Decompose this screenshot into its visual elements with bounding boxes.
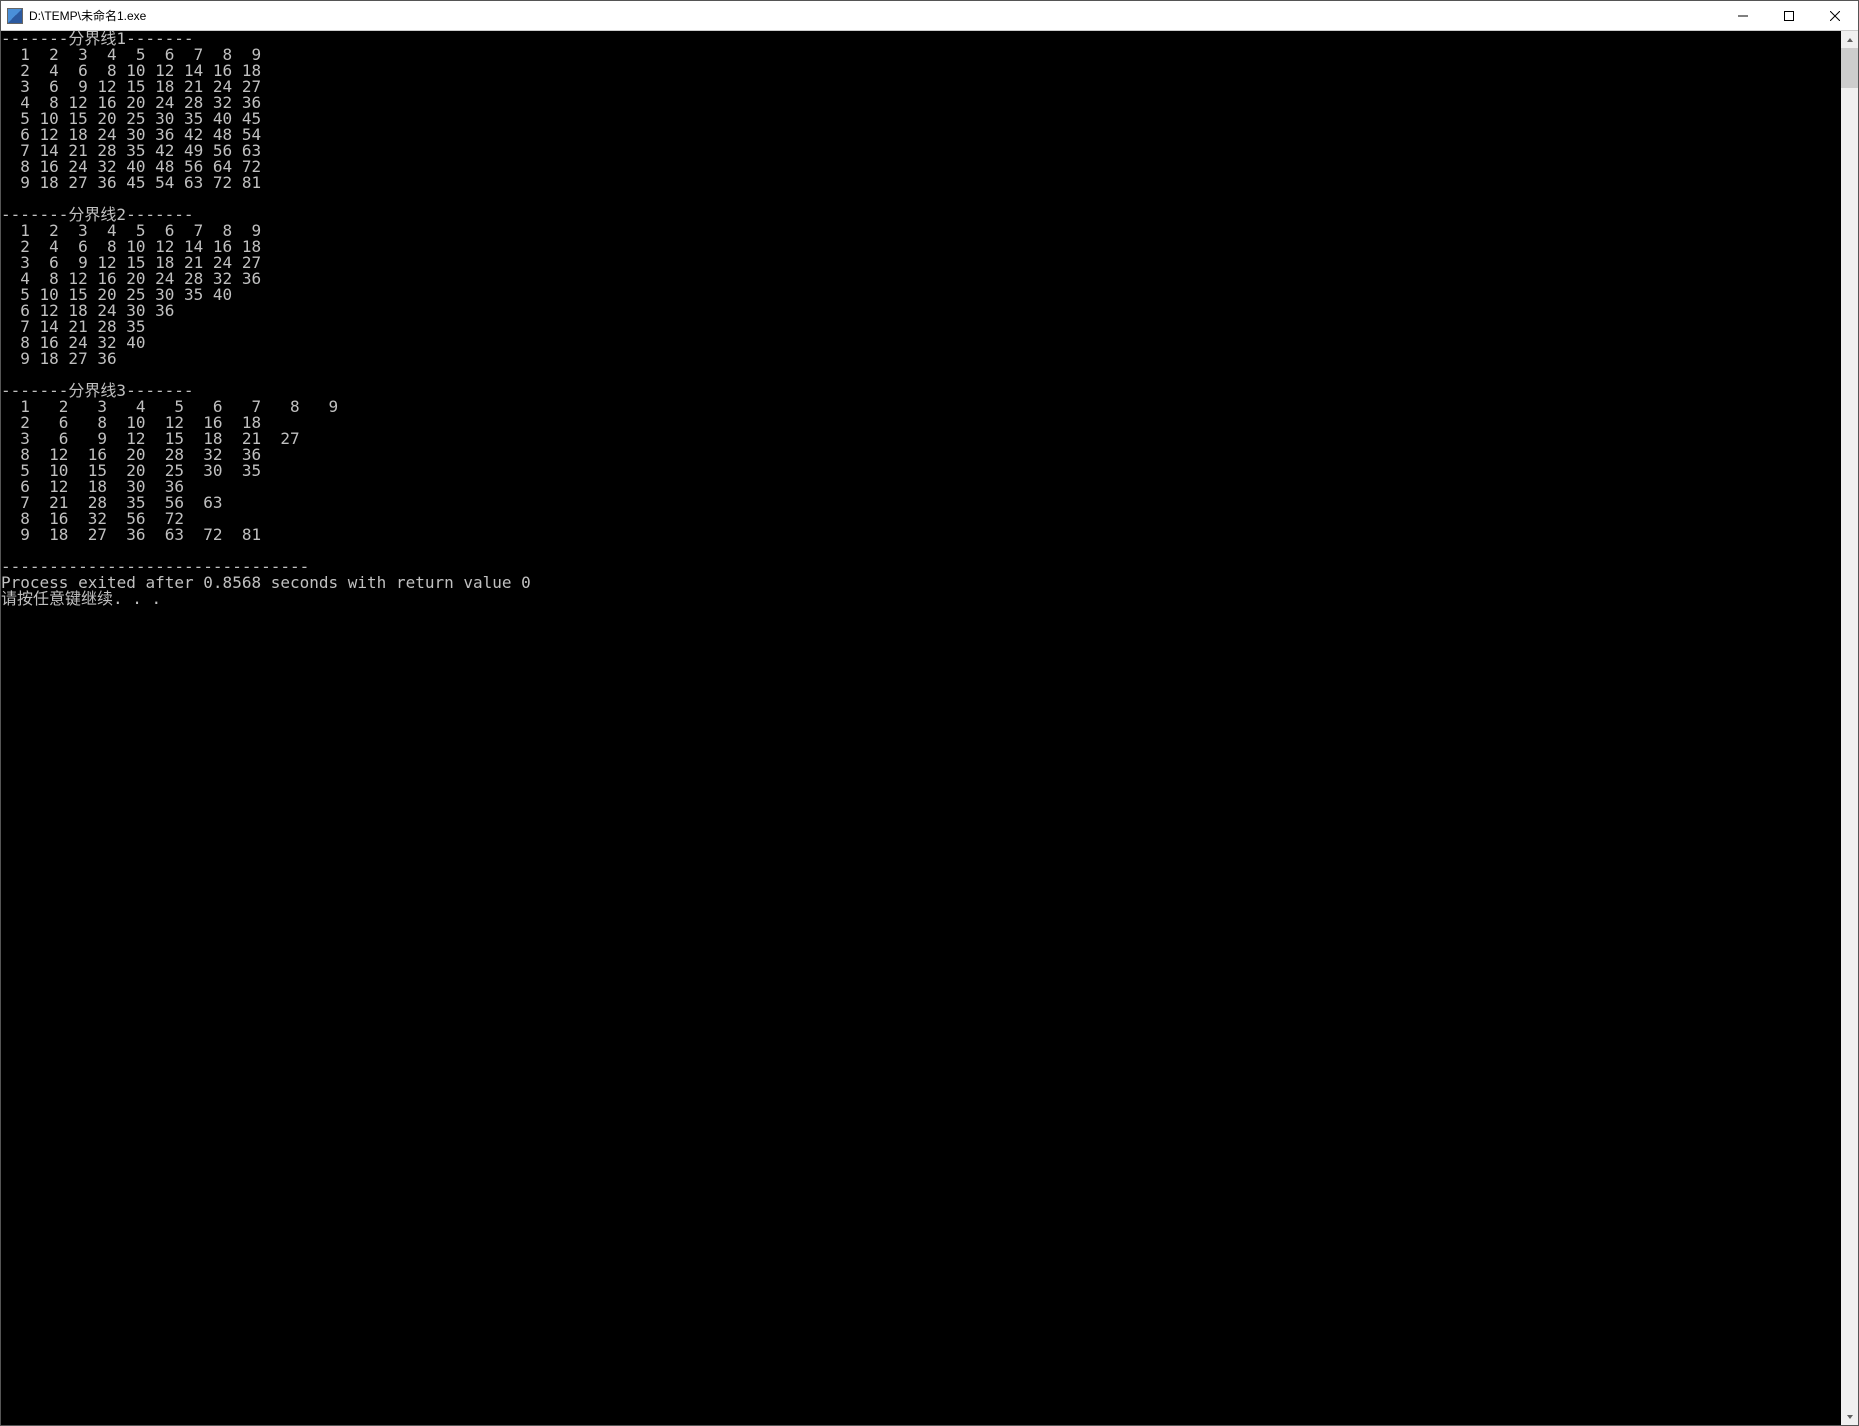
client-area: -------分界线1------- 1 2 3 4 5 6 7 8 9 2 4… — [1, 31, 1858, 1425]
close-button[interactable] — [1812, 1, 1858, 30]
scroll-down-button[interactable] — [1841, 1408, 1858, 1425]
app-icon — [7, 8, 23, 24]
maximize-button[interactable] — [1766, 1, 1812, 30]
scroll-thumb[interactable] — [1841, 48, 1858, 88]
close-icon — [1830, 11, 1840, 21]
window-controls — [1720, 1, 1858, 30]
chevron-down-icon — [1846, 1413, 1854, 1421]
maximize-icon — [1784, 11, 1794, 21]
minimize-icon — [1738, 11, 1748, 21]
window-title: D:\TEMP\未命名1.exe — [29, 7, 1720, 24]
console-output[interactable]: -------分界线1------- 1 2 3 4 5 6 7 8 9 2 4… — [1, 31, 1841, 1425]
chevron-up-icon — [1846, 36, 1854, 44]
titlebar[interactable]: D:\TEMP\未命名1.exe — [1, 1, 1858, 31]
app-window: D:\TEMP\未命名1.exe -------分界线1------- 1 2 … — [0, 0, 1859, 1426]
vertical-scrollbar[interactable] — [1841, 31, 1858, 1425]
minimize-button[interactable] — [1720, 1, 1766, 30]
scroll-up-button[interactable] — [1841, 31, 1858, 48]
